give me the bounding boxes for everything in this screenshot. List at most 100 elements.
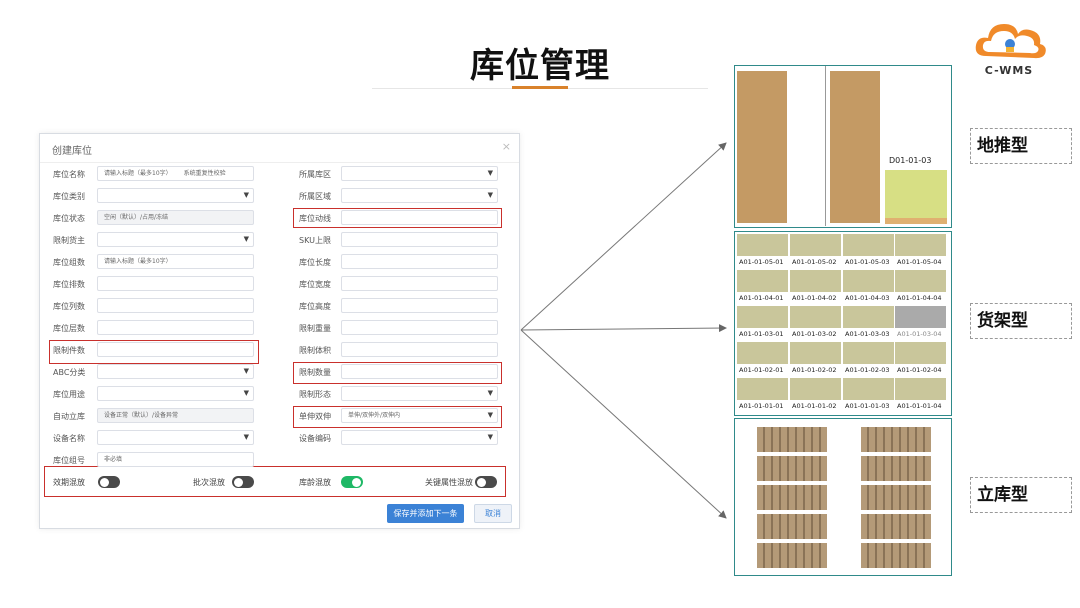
text-field[interactable] — [341, 232, 498, 247]
toggle-knob — [234, 477, 243, 487]
shelf-cell — [790, 306, 841, 328]
chevron-down-icon: ▼ — [487, 389, 493, 397]
field-label: 设备编码 — [299, 434, 331, 443]
shelf-cell — [737, 306, 788, 328]
text-field[interactable] — [341, 298, 498, 313]
mix-toggle-switch[interactable] — [98, 476, 120, 488]
arrow-to-asrs-type — [520, 329, 727, 519]
floor-divider — [825, 66, 826, 226]
select-field[interactable]: ▼ — [341, 188, 498, 203]
text-field[interactable] — [341, 342, 498, 357]
text-field[interactable]: 非必填 — [97, 452, 254, 467]
toggle-knob — [100, 477, 109, 487]
asrs-pallet-block — [757, 456, 827, 481]
mix-toggle-switch[interactable] — [232, 476, 254, 488]
shelf-cell-code: A01-01-01-03 — [845, 402, 890, 410]
select-field[interactable]: ▼ — [341, 166, 498, 181]
toggle-label: 批次混放 — [193, 478, 225, 487]
chevron-down-icon: ▼ — [487, 191, 493, 199]
field-label: 库位组号 — [53, 456, 85, 465]
select-field[interactable]: ▼ — [97, 188, 254, 203]
goods-pallet — [885, 170, 947, 220]
shelf-cell — [790, 234, 841, 256]
text-field[interactable] — [97, 320, 254, 335]
field-label: 单伸双伸 — [299, 412, 331, 421]
close-icon[interactable]: × — [502, 140, 511, 153]
text-field: 空闲（默认）/占用/冻结 — [97, 210, 254, 225]
shelf-cell — [737, 234, 788, 256]
shelf-cell-code: A01-01-04-02 — [792, 294, 837, 302]
text-field[interactable]: 请输入标题（最多10字） — [97, 254, 254, 269]
text-field[interactable] — [341, 210, 498, 225]
field-label: 限制体积 — [299, 346, 331, 355]
shelf-cell — [790, 270, 841, 292]
select-field[interactable]: ▼ — [97, 364, 254, 379]
shelf-cell-code: A01-01-02-01 — [739, 366, 784, 374]
shelf-cell-code: A01-01-01-02 — [792, 402, 837, 410]
chevron-down-icon: ▼ — [487, 411, 493, 419]
shelf-cell — [895, 378, 946, 400]
text-field[interactable] — [341, 254, 498, 269]
field-label: 所属库区 — [299, 170, 331, 179]
field-value: 请输入标题（最多10字） — [104, 170, 172, 177]
text-field[interactable] — [341, 276, 498, 291]
field-value: 设备正常（默认）/设备异常 — [104, 412, 179, 419]
field-label: 库位排数 — [53, 280, 85, 289]
shelf-cell-code: A01-01-02-04 — [897, 366, 942, 374]
select-field[interactable]: ▼ — [341, 386, 498, 401]
field-label: ABC分类 — [53, 368, 86, 377]
select-field[interactable]: ▼ — [97, 386, 254, 401]
asrs-type-label: 立库型 — [970, 477, 1072, 513]
field-label: 限制形态 — [299, 390, 331, 399]
dialog-title: 创建库位 — [52, 146, 92, 157]
field-label: 设备名称 — [53, 434, 85, 443]
mix-toggle-switch[interactable] — [475, 476, 497, 488]
mix-toggle-switch[interactable] — [341, 476, 363, 488]
field-label: 自动立库 — [53, 412, 85, 421]
select-field[interactable]: ▼ — [97, 430, 254, 445]
text-field[interactable] — [341, 320, 498, 335]
select-field[interactable]: 单伸/双伸外/双伸内 ▼ — [341, 408, 498, 423]
cancel-button[interactable]: 取消 — [474, 504, 512, 523]
chevron-down-icon: ▼ — [243, 367, 249, 375]
chevron-down-icon: ▼ — [487, 433, 493, 441]
logo-text: C-WMS — [984, 64, 1034, 77]
asrs-pallet-block — [757, 543, 827, 568]
text-field[interactable] — [341, 364, 498, 379]
asrs-pallet-block — [757, 485, 827, 510]
dialog-header-divider — [40, 162, 519, 163]
shelf-cell-code: A01-01-04-03 — [845, 294, 890, 302]
toggle-knob — [477, 477, 486, 487]
field-label: 库位高度 — [299, 302, 331, 311]
chevron-down-icon: ▼ — [243, 191, 249, 199]
field-value: 非必填 — [104, 456, 123, 463]
shelf-cell — [843, 378, 894, 400]
text-field[interactable]: 请输入标题（最多10字） 系统重复性校验 — [97, 166, 254, 181]
shelf-cell — [790, 342, 841, 364]
pallet-column-mid — [830, 71, 880, 223]
shelf-cell-code: A01-01-03-02 — [792, 330, 837, 338]
shelf-cell — [737, 342, 788, 364]
field-label: 限制货主 — [53, 236, 85, 245]
save-and-add-next-button[interactable]: 保存并添加下一条 — [387, 504, 464, 523]
arrow-to-shelf-type — [520, 324, 727, 333]
field-label: 限制件数 — [53, 346, 85, 355]
pallet-base — [885, 218, 947, 224]
field-label: 所属区域 — [299, 192, 331, 201]
shelf-cell-code: A01-01-02-02 — [792, 366, 837, 374]
select-field[interactable]: ▼ — [341, 430, 498, 445]
text-field[interactable] — [97, 276, 254, 291]
text-field[interactable] — [97, 342, 254, 357]
field-label: 限制数量 — [299, 368, 331, 377]
text-field[interactable] — [97, 298, 254, 313]
field-hint: 系统重复性校验 — [183, 170, 226, 177]
shelf-cell — [895, 342, 946, 364]
select-field[interactable]: ▼ — [97, 232, 254, 247]
toggle-label: 效期混放 — [53, 478, 85, 487]
shelf-cell — [895, 234, 946, 256]
field-value: 单伸/双伸外/双伸内 — [348, 412, 401, 419]
shelf-cell — [895, 270, 946, 292]
asrs-pallet-block — [861, 543, 931, 568]
field-label: 库位用途 — [53, 390, 85, 399]
shelf-cell-code: A01-01-05-01 — [739, 258, 784, 266]
